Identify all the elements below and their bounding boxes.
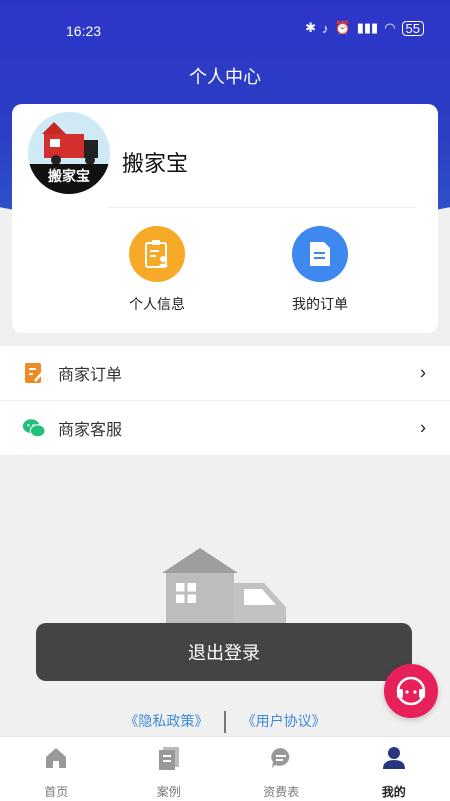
chevron-right-icon: › [420, 418, 426, 439]
tab-cases[interactable]: 案例 [113, 737, 226, 801]
my-orders-label: 我的订单 [260, 294, 380, 314]
customer-service-button[interactable] [384, 664, 438, 718]
chat-bubble-icon [269, 746, 293, 770]
signal-icon: ▮▮▮ [357, 20, 378, 36]
bluetooth-icon: ✱ [305, 20, 316, 36]
wifi-icon: ◠ [384, 20, 395, 36]
profile-card: 搬家宝 搬家宝 个人信息 我的订单 [12, 104, 438, 333]
battery-icon: 55 [402, 21, 424, 36]
tab-cases-label: 案例 [113, 783, 226, 800]
bottom-tab-bar: 首页 案例 资费表 我的 [0, 736, 450, 801]
my-orders-button[interactable]: 我的订单 [260, 226, 380, 314]
personal-info-icon [129, 226, 185, 282]
moving-truck-illustration [162, 545, 292, 625]
personal-info-button[interactable]: 个人信息 [97, 226, 217, 314]
link-divider [224, 711, 226, 733]
alarm-icon: ⏰ [335, 20, 351, 36]
truck-logo-icon [28, 112, 110, 172]
tab-home[interactable]: 首页 [0, 737, 113, 801]
status-time: 16:23 [66, 23, 101, 39]
order-document-icon [292, 226, 348, 282]
username: 搬家宝 [122, 146, 188, 178]
privacy-policy-link[interactable]: 《隐私政策》 [124, 713, 208, 729]
merchant-orders-label: 商家订单 [58, 361, 122, 385]
user-icon [382, 746, 406, 770]
personal-info-label: 个人信息 [97, 294, 217, 314]
document-stack-icon [157, 746, 181, 770]
page-title: 个人中心 [0, 63, 450, 89]
tab-mine-label: 我的 [338, 783, 450, 800]
logout-button[interactable]: 退出登录 [36, 623, 412, 681]
status-icons: ✱ ♪ ⏰ ▮▮▮ ◠ 55 [305, 20, 424, 36]
headset-icon [394, 674, 428, 708]
mute-icon: ♪ [322, 21, 329, 36]
tab-pricing[interactable]: 资费表 [225, 737, 338, 801]
chevron-right-icon: › [420, 363, 426, 384]
avatar-label: 搬家宝 [28, 164, 110, 194]
legal-links: 《隐私政策》 《用户协议》 [0, 711, 450, 733]
merchant-orders-item[interactable]: 商家订单 › [0, 346, 450, 401]
tab-pricing-label: 资费表 [225, 783, 338, 800]
menu-list: 商家订单 › 商家客服 › [0, 346, 450, 456]
wechat-icon [22, 416, 46, 440]
avatar[interactable]: 搬家宝 [28, 112, 110, 194]
merchant-service-label: 商家客服 [58, 416, 122, 440]
user-agreement-link[interactable]: 《用户协议》 [242, 713, 326, 729]
merchant-service-item[interactable]: 商家客服 › [0, 401, 450, 456]
tab-mine[interactable]: 我的 [338, 737, 450, 801]
status-bar: 16:23 ✱ ♪ ⏰ ▮▮▮ ◠ 55 [0, 0, 450, 60]
home-icon [44, 746, 68, 770]
tab-home-label: 首页 [0, 783, 113, 800]
divider [108, 207, 416, 208]
edit-document-icon [22, 361, 46, 385]
